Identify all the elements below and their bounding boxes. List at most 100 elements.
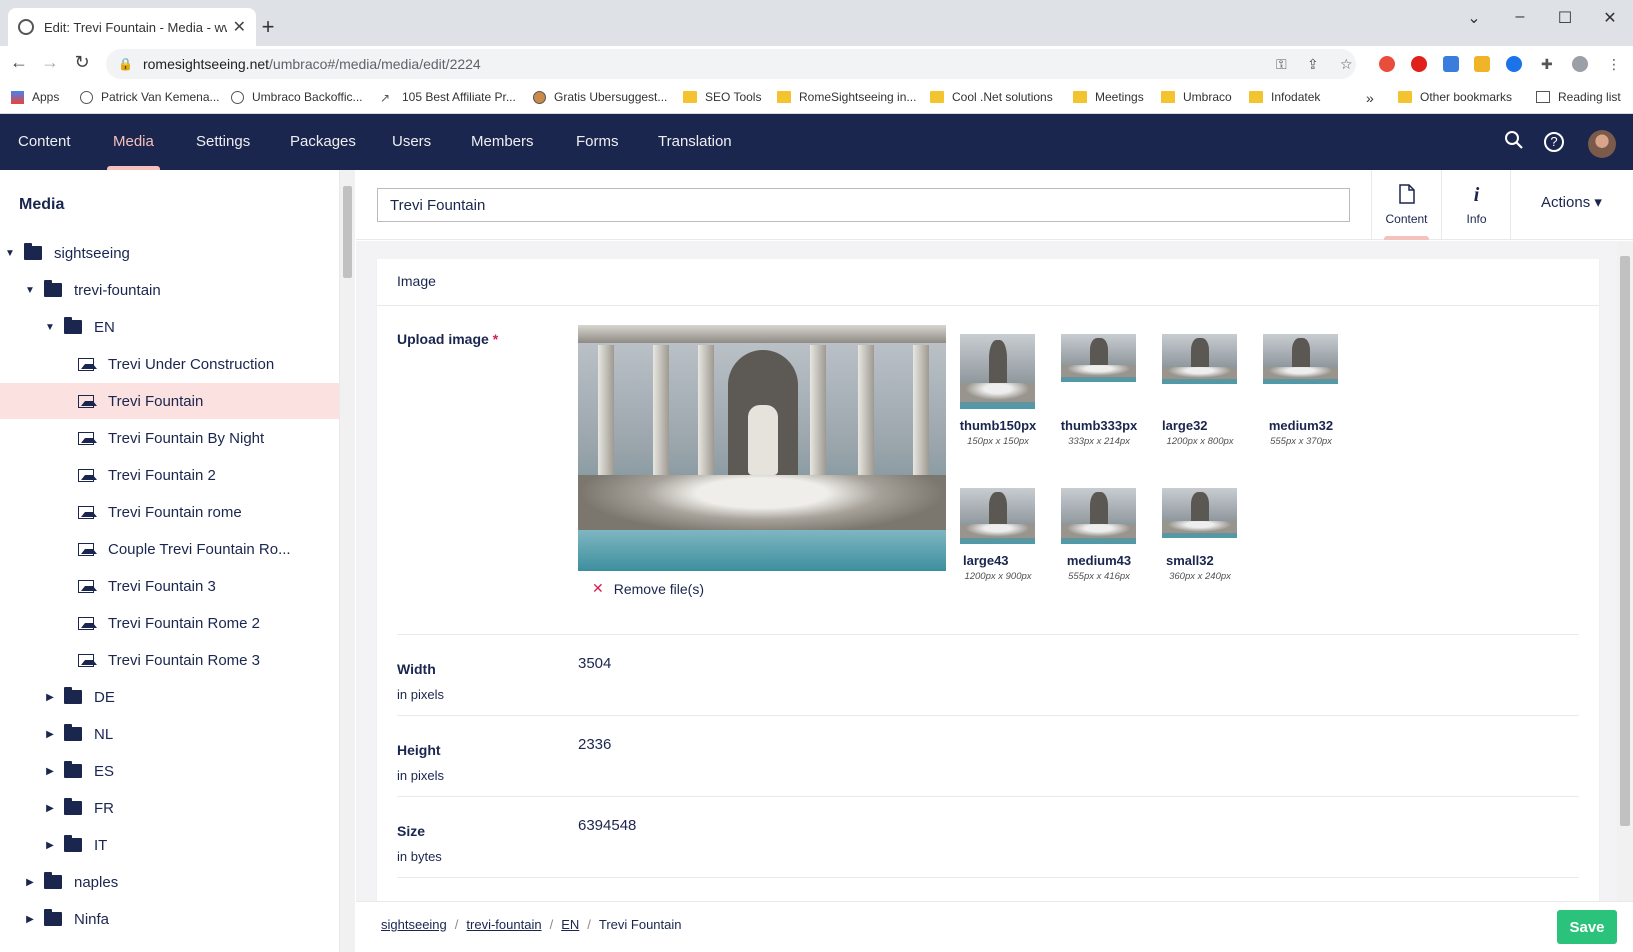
tab-info[interactable]: i Info [1441, 170, 1511, 240]
close-window-button[interactable]: ✕ [1595, 8, 1625, 28]
bookmark-apps[interactable]: Apps [11, 90, 59, 104]
forward-icon[interactable]: → [38, 52, 62, 73]
caret-right-icon[interactable]: ▶ [24, 914, 36, 925]
tree-folder-node[interactable]: ▶ IT [0, 827, 339, 863]
extension-icon[interactable] [1474, 56, 1490, 72]
folder-icon [44, 872, 62, 889]
tree-folder-node[interactable]: ▼ EN [0, 309, 339, 345]
media-name-input[interactable] [377, 188, 1350, 222]
extension-icon[interactable] [1379, 56, 1395, 72]
caret-right-icon[interactable]: ▶ [44, 692, 56, 703]
bookmark[interactable]: Patrick Van Kemena... [80, 90, 220, 104]
tree-media-node[interactable]: Trevi Fountain 3 [0, 568, 339, 604]
save-button[interactable]: Save [1557, 910, 1617, 944]
section-translation[interactable]: Translation [658, 114, 732, 170]
bookmark-folder[interactable]: RomeSightseeing in... [777, 90, 916, 104]
actions-dropdown[interactable]: Actions ▾ [1510, 170, 1633, 240]
bookmark[interactable]: Gratis Ubersuggest... [533, 90, 667, 104]
crop-thumbnail[interactable] [1263, 334, 1338, 384]
caret-down-icon[interactable]: ▼ [4, 248, 16, 259]
tree-scrollbar[interactable] [340, 170, 355, 952]
tree-folder-node[interactable]: ▶ naples [0, 864, 339, 900]
crop-thumbnail[interactable] [1162, 334, 1237, 384]
breadcrumb-link[interactable]: sightseeing [381, 917, 447, 932]
section-packages[interactable]: Packages [290, 114, 356, 170]
bookmark-folder[interactable]: SEO Tools [683, 90, 761, 104]
tree-media-node[interactable]: Trevi Fountain By Night [0, 420, 339, 456]
menu-dots-icon[interactable]: ⋮ [1607, 56, 1621, 73]
caret-down-icon[interactable]: ▼ [44, 322, 56, 333]
help-icon[interactable]: ? [1544, 132, 1564, 152]
main-image-preview[interactable] [578, 325, 946, 571]
crop-thumbnail[interactable] [1061, 334, 1136, 382]
reload-icon[interactable]: ↻ [70, 52, 94, 73]
remove-files-button[interactable]: ✕ Remove file(s) [592, 580, 704, 597]
address-bar[interactable]: 🔒 romesightseeing.net/umbraco#/media/med… [106, 49, 1356, 79]
tree-folder-node[interactable]: ▶ NL [0, 716, 339, 752]
bookmark-folder[interactable]: Umbraco [1161, 90, 1232, 104]
extension-icon[interactable] [1443, 56, 1459, 72]
tree-media-node[interactable]: Trevi Fountain rome [0, 494, 339, 530]
extension-icon[interactable] [1411, 56, 1427, 72]
caret-right-icon[interactable]: ▶ [44, 840, 56, 851]
bookmark-folder[interactable]: Cool .Net solutions [930, 90, 1053, 104]
caret-right-icon[interactable]: ▶ [44, 766, 56, 777]
tree-folder-node[interactable]: ▶ Ninfa [0, 901, 339, 937]
bookmark-folder[interactable]: Other bookmarks [1398, 90, 1512, 104]
tree-scrollbar-thumb[interactable] [343, 186, 352, 278]
bookmark-folder[interactable]: Meetings [1073, 90, 1144, 104]
puzzle-icon[interactable]: ✚ [1541, 56, 1553, 73]
user-avatar[interactable] [1588, 130, 1616, 158]
search-icon[interactable] [1502, 130, 1526, 154]
tree-media-node[interactable]: Trevi Fountain Rome 3 [0, 642, 339, 678]
bookmark[interactable]: ↗ 105 Best Affiliate Pr... [380, 90, 516, 105]
share-icon[interactable]: ⇪ [1307, 56, 1319, 73]
new-tab-button[interactable]: + [258, 14, 278, 40]
tree-media-node[interactable]: Trevi Fountain [0, 383, 339, 419]
section-content[interactable]: Content [18, 114, 71, 170]
browser-tab[interactable]: Edit: Trevi Fountain - Media - ww ✕ [8, 8, 256, 46]
tree-folder-node[interactable]: ▼ sightseeing [0, 235, 339, 271]
tree-folder-node[interactable]: ▶ ES [0, 753, 339, 789]
content-scrollbar-thumb[interactable] [1620, 256, 1630, 826]
caret-right-icon[interactable]: ▶ [44, 803, 56, 814]
extension-icon[interactable] [1506, 56, 1522, 72]
tree-folder-node[interactable]: ▼ trevi-fountain [0, 272, 339, 308]
maximize-button[interactable]: ☐ [1550, 8, 1580, 28]
tree-media-node[interactable]: Trevi Fountain Rome 2 [0, 605, 339, 641]
folder-icon [64, 835, 82, 852]
crop-thumbnail[interactable] [960, 334, 1035, 409]
tab-search-icon[interactable]: ⌄ [1459, 8, 1489, 28]
tab-content[interactable]: Content [1371, 170, 1441, 240]
bookmark[interactable]: Umbraco Backoffic... [231, 90, 362, 104]
section-settings[interactable]: Settings [196, 114, 250, 170]
crop-thumbnail[interactable] [1061, 488, 1136, 544]
breadcrumb-link[interactable]: EN [561, 917, 579, 932]
breadcrumb-link[interactable]: trevi-fountain [466, 917, 541, 932]
crop-thumbnail[interactable] [1162, 488, 1237, 538]
caret-right-icon[interactable]: ▶ [24, 877, 36, 888]
key-icon[interactable]: ⚿ [1276, 56, 1287, 73]
caret-right-icon[interactable]: ▶ [44, 729, 56, 740]
section-media[interactable]: Media [107, 114, 160, 170]
tree-folder-node[interactable]: ▶ DE [0, 679, 339, 715]
tree-folder-node[interactable]: ▶ FR [0, 790, 339, 826]
caret-down-icon[interactable]: ▼ [24, 285, 36, 296]
minimize-button[interactable]: – [1505, 8, 1535, 26]
star-icon[interactable]: ☆ [1340, 56, 1353, 73]
tree-media-node[interactable]: Trevi Fountain 2 [0, 457, 339, 493]
tree-media-node[interactable]: Trevi Under Construction [0, 346, 339, 382]
section-forms[interactable]: Forms [576, 114, 619, 170]
back-icon[interactable]: ← [7, 52, 31, 73]
section-members[interactable]: Members [471, 114, 534, 170]
close-tab-icon[interactable]: ✕ [233, 17, 246, 37]
tab-info-label: Info [1466, 212, 1487, 226]
crop-thumbnail[interactable] [960, 488, 1035, 544]
bookmarks-overflow[interactable]: » [1366, 90, 1374, 106]
reading-list[interactable]: Reading list [1536, 90, 1621, 104]
section-users[interactable]: Users [392, 114, 431, 170]
bookmark-folder[interactable]: Infodatek [1249, 90, 1320, 104]
tree-media-node[interactable]: Couple Trevi Fountain Ro... [0, 531, 339, 567]
divider [397, 634, 1579, 635]
profile-icon[interactable] [1572, 56, 1588, 72]
